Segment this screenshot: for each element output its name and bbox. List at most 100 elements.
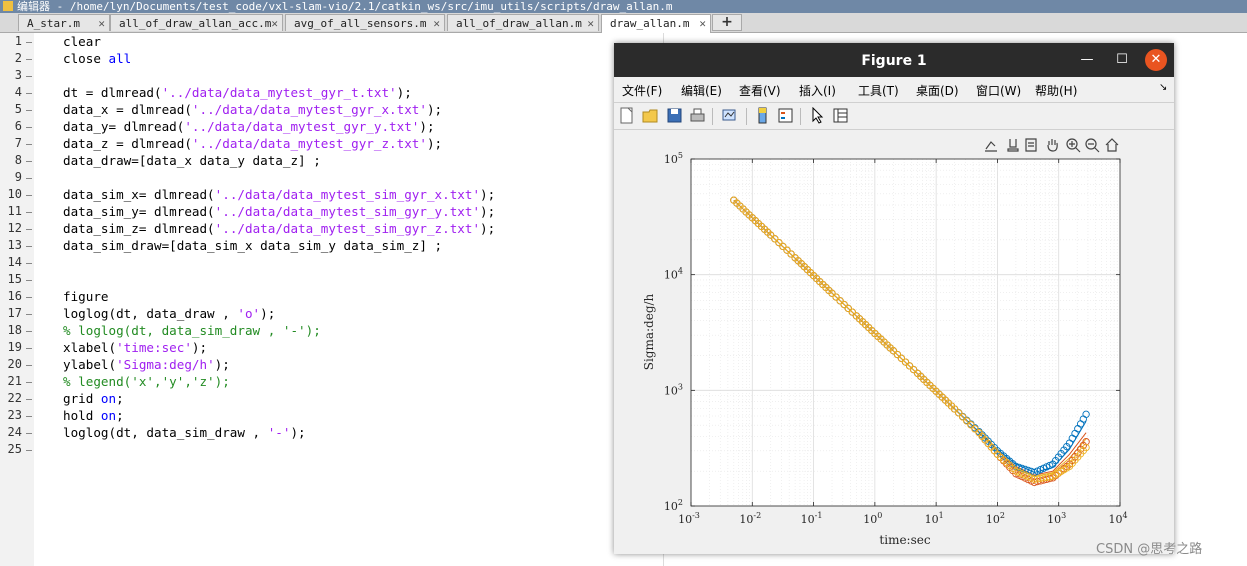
code-line[interactable]: data_x = dlmread('../data/data_mytest_gy…	[63, 101, 442, 118]
code-line[interactable]: data_sim_x= dlmread('../data/data_mytest…	[63, 186, 495, 203]
y-tick-label: 104	[664, 267, 683, 282]
tab-label: all_of_draw_allan.m	[456, 17, 582, 30]
x-tick-base: 10	[925, 513, 939, 526]
tab-draw-allan-m[interactable]: draw_allan.m ✕	[601, 14, 711, 33]
fold-marker	[26, 331, 32, 332]
code-line[interactable]: loglog(dt, data_sim_draw , '-');	[63, 424, 306, 441]
x-tick-base: 10	[986, 513, 1000, 526]
export-icon[interactable]	[1025, 138, 1037, 152]
line-number: 20	[7, 357, 22, 371]
x-tick-exponent: 0	[877, 511, 882, 520]
fold-marker	[26, 110, 32, 111]
fold-marker	[26, 212, 32, 213]
pan-icon[interactable]	[1047, 139, 1058, 152]
code-line[interactable]: dt = dlmread('../data/data_mytest_gyr_t.…	[63, 84, 412, 101]
code-line[interactable]: close all	[63, 50, 131, 67]
code-line[interactable]: loglog(dt, data_draw , 'o');	[63, 305, 275, 322]
link-plot-icon[interactable]	[721, 107, 738, 124]
fold-marker	[26, 433, 32, 434]
menu-item[interactable]: 编辑(E)	[681, 82, 722, 99]
menu-item[interactable]: 查看(V)	[739, 82, 781, 99]
fold-marker	[26, 76, 32, 77]
tab-label: all_of_draw_allan_acc.m	[119, 17, 272, 30]
menu-item[interactable]: 工具(T)	[858, 82, 899, 99]
code-line[interactable]: clear	[63, 33, 101, 50]
pointer-icon[interactable]	[809, 107, 826, 124]
y-tick-label: 105	[664, 151, 683, 166]
fold-marker	[26, 246, 32, 247]
y-axis-label: Sigma:deg/h	[642, 293, 656, 370]
x-tick-label: 103	[1047, 511, 1066, 526]
code-line[interactable]: figure	[63, 288, 109, 305]
code-line[interactable]: hold on;	[63, 407, 124, 424]
plot-canvas: 10-3 10-2 10-1 100 101 102 103 104102103104105 …	[642, 138, 1128, 547]
new-figure-icon[interactable]	[618, 107, 635, 124]
y-tick-exponent: 2	[678, 498, 683, 507]
close-tab-icon[interactable]: ✕	[587, 15, 594, 31]
figure-title-bar[interactable]: Figure 1 — ☐ ✕	[614, 43, 1174, 77]
menu-item[interactable]: 桌面(D)	[916, 82, 959, 99]
x-tick-label: 10-2	[739, 511, 761, 526]
close-tab-icon[interactable]: ✕	[98, 15, 105, 31]
x-tick-label: 101	[925, 511, 944, 526]
code-line[interactable]: grid on;	[63, 390, 124, 407]
editor-tab-bar: A_star.m ✕ all_of_draw_allan_acc.m ✕ avg_of_…	[0, 13, 1247, 33]
figure-menu-bar: 文件(F) 编辑(E) 查看(V) 插入(I) 工具(T) 桌面(D) 窗口(W) 帮助(H)…	[614, 79, 1174, 101]
tab-all-of-draw-allan-acc-m[interactable]: all_of_draw_allan_acc.m ✕	[110, 14, 283, 31]
open-file-icon[interactable]	[642, 107, 659, 124]
property-inspector-icon[interactable]	[832, 107, 849, 124]
fold-marker	[26, 178, 32, 179]
x-tick-label: 10-1	[801, 511, 823, 526]
fold-marker	[26, 161, 32, 162]
save-icon[interactable]	[666, 107, 683, 124]
new-tab-button[interactable]: +	[712, 14, 742, 31]
line-number: 8	[14, 153, 22, 167]
code-line[interactable]: data_sim_z= dlmread('../data/data_mytest…	[63, 220, 495, 237]
close-tab-icon[interactable]: ✕	[271, 15, 278, 31]
menu-item[interactable]: 文件(F)	[622, 82, 662, 99]
print-icon[interactable]	[689, 107, 706, 124]
code-line[interactable]: data_z = dlmread('../data/data_mytest_gy…	[63, 135, 442, 152]
code-line[interactable]: % loglog(dt, data_sim_draw , '-');	[63, 322, 321, 339]
code-line[interactable]: xlabel('time:sec');	[63, 339, 207, 356]
menu-overflow-icon[interactable]: ↘	[1159, 82, 1167, 93]
zoom-in-icon[interactable]	[1066, 138, 1081, 153]
watermark: CSDN @思考之路	[1096, 542, 1203, 557]
toolbar-separator	[712, 108, 713, 125]
home-icon[interactable]	[1105, 138, 1119, 152]
legend-icon[interactable]	[777, 107, 794, 124]
tab-a-star-m[interactable]: A_star.m ✕	[18, 14, 110, 31]
close-tab-icon[interactable]: ✕	[699, 15, 706, 32]
close-button[interactable]: ✕	[1145, 49, 1167, 71]
x-tick-exponent: 1	[939, 511, 944, 520]
data-tip-icon[interactable]	[1007, 139, 1019, 152]
code-line[interactable]: data_sim_draw=[data_sim_x data_sim_y dat…	[63, 237, 442, 254]
figure-toolbar	[614, 102, 1174, 130]
minimize-button[interactable]: —	[1076, 49, 1098, 71]
line-number: 22	[7, 391, 22, 405]
code-line[interactable]: data_draw=[data_x data_y data_z] ;	[63, 152, 321, 169]
code-line[interactable]: data_y= dlmread('../data/data_mytest_gyr…	[63, 118, 435, 135]
line-number: 3	[14, 68, 22, 82]
menu-item[interactable]: 插入(I)	[799, 82, 836, 99]
menu-item[interactable]: 窗口(W)	[976, 82, 1021, 99]
line-number: 15	[7, 272, 22, 286]
code-line[interactable]: % legend('x','y','z');	[63, 373, 230, 390]
x-tick-label: 104	[1108, 511, 1127, 526]
figure-window[interactable]: Figure 1 — ☐ ✕ 文件(F) 编辑(E) 查看(V) 插入(I) 工具(T)…	[614, 43, 1174, 554]
menu-item[interactable]: 帮助(H)	[1035, 82, 1077, 99]
tab-all-of-draw-allan-m[interactable]: all_of_draw_allan.m ✕	[447, 14, 599, 31]
code-line[interactable]: ylabel('Sigma:deg/h');	[63, 356, 230, 373]
x-tick-exponent: -2	[753, 511, 761, 520]
close-tab-icon[interactable]: ✕	[433, 15, 440, 31]
fold-marker	[26, 450, 32, 451]
maximize-button[interactable]: ☐	[1111, 49, 1133, 71]
y-tick-base: 10	[664, 500, 678, 513]
zoom-out-icon[interactable]	[1085, 138, 1100, 153]
tab-avg-of-all-sensors-m[interactable]: avg_of_all_sensors.m ✕	[285, 14, 445, 31]
colorbar-icon[interactable]	[754, 107, 771, 124]
x-tick-base: 10	[863, 513, 877, 526]
brush-icon[interactable]	[985, 141, 997, 152]
line-number: 14	[7, 255, 22, 269]
code-line[interactable]: data_sim_y= dlmread('../data/data_mytest…	[63, 203, 495, 220]
